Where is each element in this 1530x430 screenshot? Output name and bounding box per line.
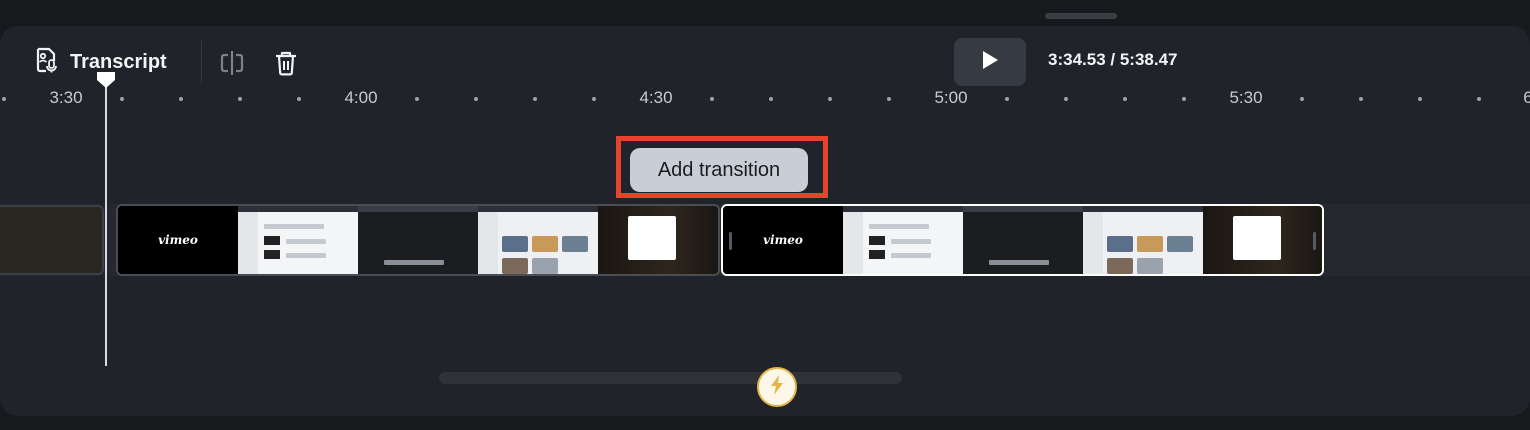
- thumb-detail: [1107, 258, 1133, 274]
- thumb-detail: [532, 236, 558, 252]
- ruler-dot: [1300, 97, 1304, 101]
- transcript-label: Transcript: [70, 50, 167, 73]
- ruler-dot: [1359, 97, 1363, 101]
- playhead-line: [105, 84, 107, 366]
- ruler-label: 6: [1523, 88, 1530, 107]
- clip-thumbnail: [238, 206, 358, 274]
- thumb-detail: [562, 236, 588, 252]
- playhead-handle[interactable]: [96, 71, 116, 89]
- transcript-icon: [34, 46, 60, 79]
- trash-icon: [273, 51, 299, 81]
- ruler-dot: [179, 97, 183, 101]
- ruler-dot: [710, 97, 714, 101]
- play-icon: [980, 49, 1000, 76]
- video-clip[interactable]: vimeo: [116, 204, 720, 276]
- split-icon: [218, 51, 246, 81]
- thumb-detail: [869, 236, 885, 245]
- ruler-dot: [2, 97, 6, 101]
- timeline-scrollbar[interactable]: [439, 372, 902, 384]
- clip-thumbnail: vimeo: [723, 206, 843, 274]
- video-clip-selected[interactable]: vimeo: [721, 204, 1324, 276]
- thumb-detail: [1137, 236, 1163, 252]
- ruler-label: 3:30: [49, 88, 83, 107]
- ruler-label: 4:30: [639, 88, 673, 107]
- thumb-detail: [963, 206, 1083, 212]
- thumb-detail: [1107, 236, 1133, 252]
- thumb-detail: [286, 239, 326, 244]
- ruler-dot: [415, 97, 419, 101]
- toolbar-divider: [201, 41, 202, 83]
- clip-thumbnail: [1083, 206, 1203, 274]
- thumb-detail: [1167, 236, 1193, 252]
- split-clip-button[interactable]: [218, 49, 246, 77]
- time-ruler[interactable]: 3:30 4:00 4:30 5:00 5:30 6: [0, 80, 1530, 116]
- thumb-detail: [989, 260, 1049, 265]
- thumb-detail: [628, 216, 676, 260]
- clip-brand: vimeo: [158, 233, 198, 247]
- delete-button[interactable]: [273, 49, 299, 77]
- ruler-label: 5:30: [1229, 88, 1263, 107]
- timecode-total: 5:38.47: [1119, 50, 1178, 69]
- thumb-detail: [869, 224, 929, 229]
- thumb-detail: [264, 224, 324, 229]
- ruler-dot: [887, 97, 891, 101]
- thumb-detail: [843, 212, 863, 274]
- ruler-dot: [533, 97, 537, 101]
- clip-thumbnail: [358, 206, 478, 274]
- ruler-dot: [769, 97, 773, 101]
- thumb-detail: [869, 250, 885, 259]
- ruler-dot: [592, 97, 596, 101]
- thumb-detail: [532, 258, 558, 274]
- panel-drag-handle[interactable]: [1045, 13, 1117, 19]
- ruler-dot: [238, 97, 242, 101]
- clip-thumbnail: [843, 206, 963, 274]
- ruler-dot: [1064, 97, 1068, 101]
- ruler-label: 5:00: [934, 88, 968, 107]
- thumb-detail: [1083, 212, 1103, 274]
- thumb-detail: [891, 239, 931, 244]
- thumb-detail: [891, 253, 931, 258]
- thumb-detail: [264, 250, 280, 259]
- thumb-detail: [264, 236, 280, 245]
- ruler-dot: [1418, 97, 1422, 101]
- thumb-detail: [358, 206, 478, 212]
- ruler-dot: [120, 97, 124, 101]
- timecode: 3:34.53 / 5:38.47: [1048, 50, 1178, 70]
- quick-actions-button[interactable]: [757, 367, 797, 407]
- add-transition-button[interactable]: Add transition: [630, 148, 808, 192]
- timecode-current: 3:34.53: [1048, 50, 1106, 69]
- ruler-dot: [474, 97, 478, 101]
- ruler-dot: [1182, 97, 1186, 101]
- clip-thumbnail: [963, 206, 1083, 274]
- lightning-icon: [769, 374, 785, 401]
- timecode-separator: /: [1105, 50, 1120, 69]
- thumb-detail: [238, 212, 258, 274]
- clip-thumbnail: [1203, 206, 1322, 274]
- thumb-detail: [502, 236, 528, 252]
- clip-brand: vimeo: [763, 233, 803, 247]
- ruler-dot: [1477, 97, 1481, 101]
- ruler-dot: [1123, 97, 1127, 101]
- clip-thumbnail: [478, 206, 598, 274]
- thumb-detail: [286, 253, 326, 258]
- thumb-detail: [1137, 258, 1163, 274]
- thumb-detail: [384, 260, 444, 265]
- ruler-dot: [828, 97, 832, 101]
- clip-trim-handle-right[interactable]: [1313, 232, 1316, 250]
- play-button[interactable]: [954, 38, 1026, 86]
- thumb-detail: [502, 258, 528, 274]
- clip-thumbnail: [598, 206, 718, 274]
- ruler-dot: [297, 97, 301, 101]
- previous-clip[interactable]: [0, 205, 104, 275]
- thumb-detail: [1233, 216, 1281, 260]
- thumb-detail: [478, 212, 498, 274]
- ruler-label: 4:00: [344, 88, 378, 107]
- clip-thumbnail: vimeo: [118, 206, 238, 274]
- clip-trim-handle-left[interactable]: [729, 232, 732, 250]
- ruler-dot: [1005, 97, 1009, 101]
